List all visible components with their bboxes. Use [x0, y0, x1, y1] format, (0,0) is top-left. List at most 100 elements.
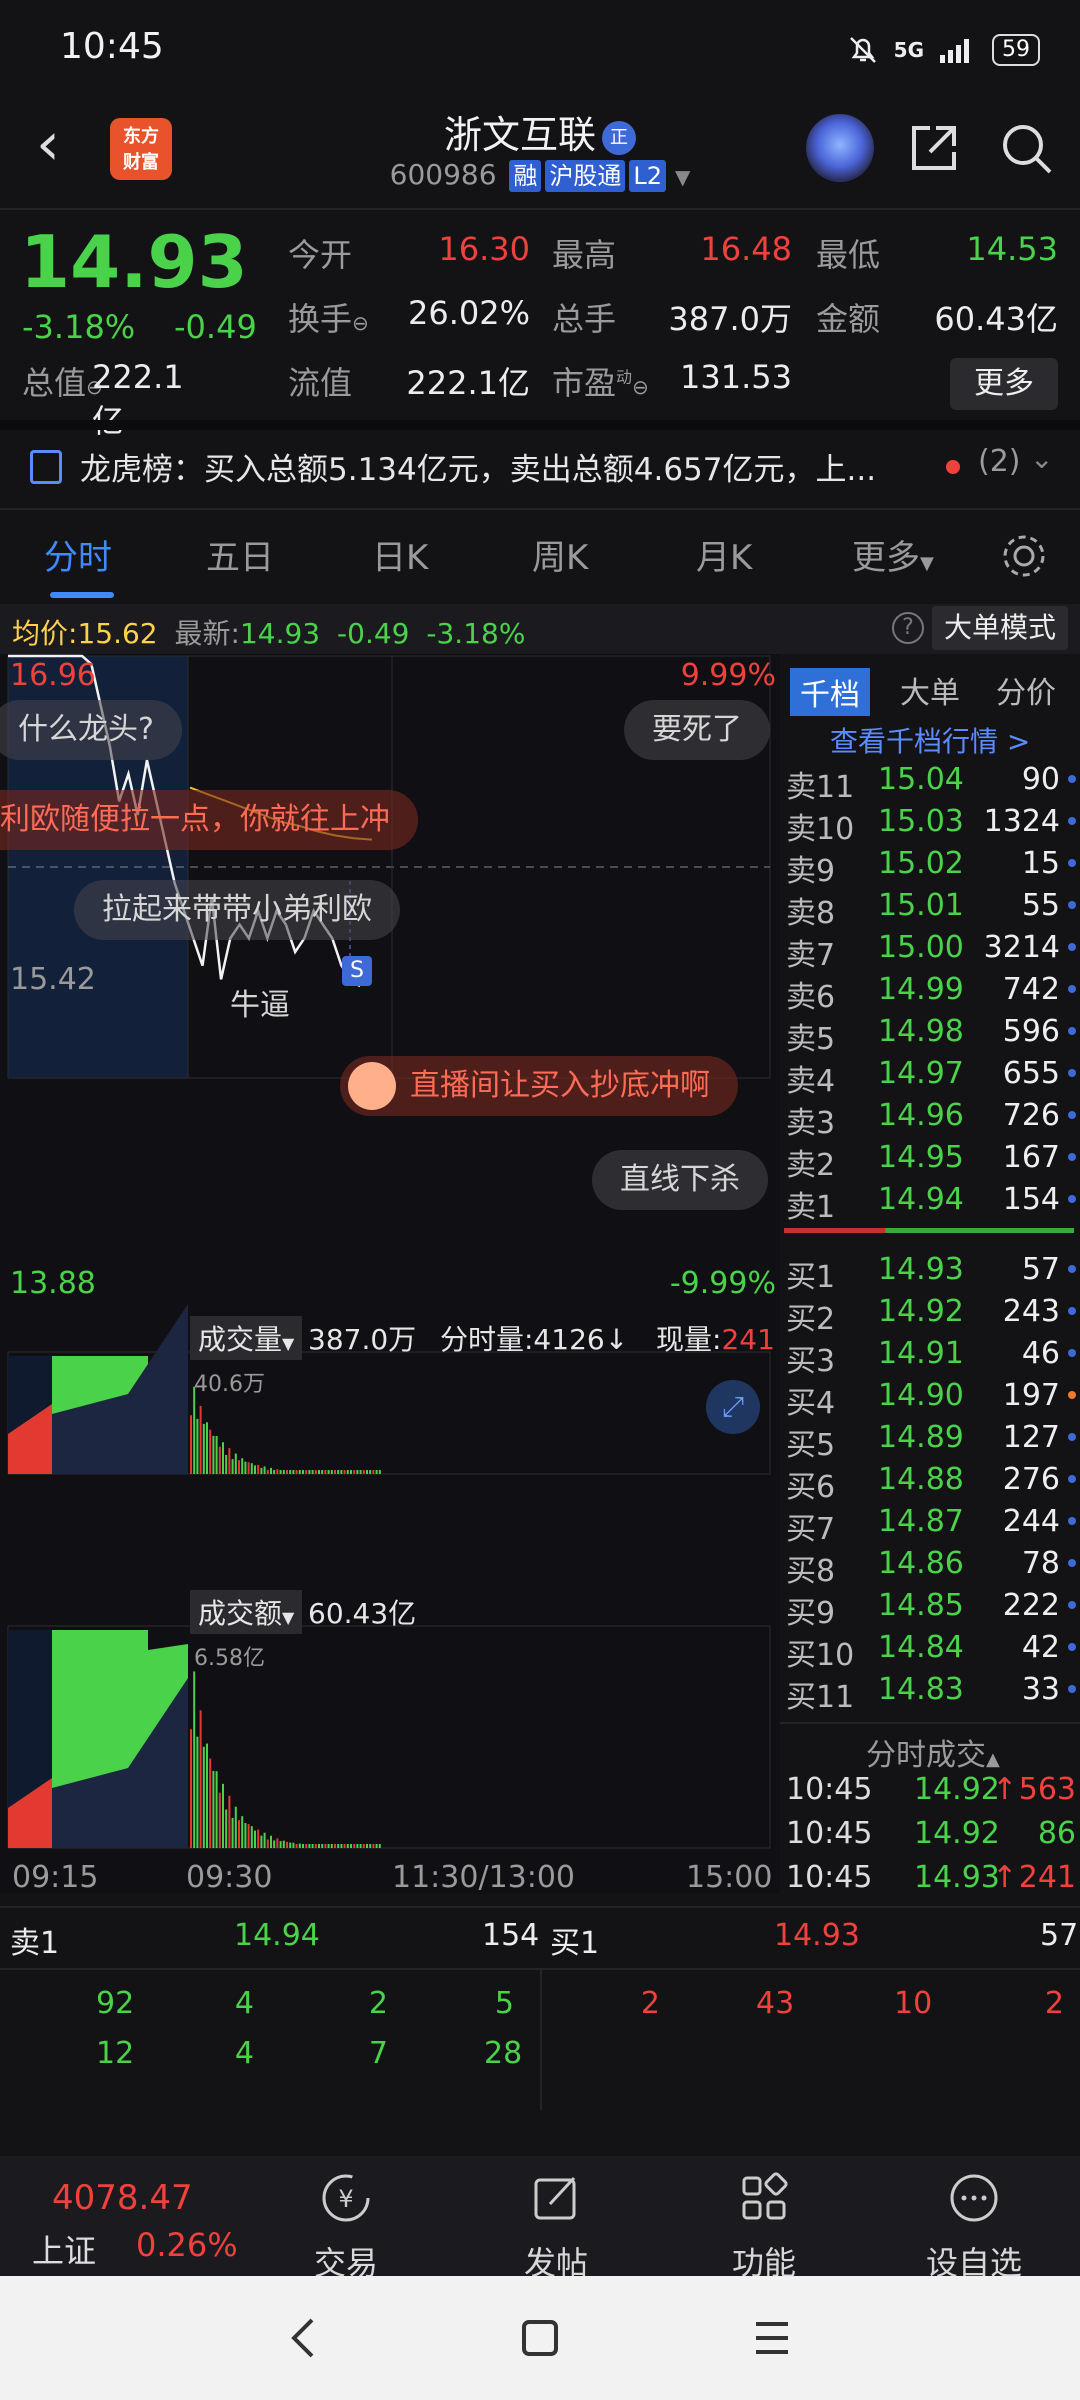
amount-bar: [225, 1809, 228, 1848]
bid-price: 14.87: [878, 1504, 964, 1539]
ask-row[interactable]: 卖9 15.02 15: [786, 842, 1076, 889]
tab-daily-k[interactable]: 日K: [372, 530, 428, 579]
volume-bar: [372, 1470, 375, 1474]
amount-indicator-select[interactable]: 成交额▼: [190, 1590, 303, 1634]
gear-icon[interactable]: [998, 530, 1050, 582]
bid-row[interactable]: 买4 14.90 197: [786, 1374, 1076, 1421]
bid-row[interactable]: 买7 14.87 244: [786, 1500, 1076, 1547]
bid-row[interactable]: 买11 14.83 33: [786, 1668, 1076, 1715]
volume-bar: [302, 1470, 304, 1474]
high-value: 16.48: [700, 230, 792, 268]
add-watchlist-button[interactable]: 设自选: [894, 2170, 1054, 2284]
queue-sell-order: 12: [96, 2036, 135, 2071]
share-icon[interactable]: [904, 118, 964, 178]
amount-bar: [228, 1795, 231, 1848]
chevron-down-icon[interactable]: ⌄: [1030, 442, 1053, 475]
volume-bar: [350, 1470, 352, 1474]
amount-bar: [282, 1840, 285, 1848]
big-order-mode-button[interactable]: 大单模式: [932, 606, 1068, 650]
bid-price: 14.92: [878, 1294, 964, 1329]
ticks-title[interactable]: 分时成交▲: [866, 1730, 1000, 1774]
bid-level: 买11: [786, 1680, 855, 1715]
dragon-tiger-notice[interactable]: 龙虎榜：买入总额5.134亿元，卖出总额4.657亿元，上... (2) ⌄: [0, 428, 1080, 508]
ai-robot-icon[interactable]: [806, 114, 874, 182]
index-name[interactable]: 上证: [32, 2226, 96, 2272]
volume-bar: [222, 1442, 224, 1474]
divider: [540, 1970, 542, 2110]
help-icon[interactable]: ?: [892, 612, 924, 644]
sell-marker[interactable]: S: [342, 956, 372, 986]
divider: [0, 1906, 1080, 1908]
ask-row[interactable]: 卖5 14.98 596: [786, 1010, 1076, 1057]
ask-row[interactable]: 卖3 14.96 726: [786, 1094, 1076, 1141]
dot-icon: [1068, 985, 1076, 993]
comment-bullet: 直线下杀: [592, 1150, 768, 1210]
queue-buy-label: 买1: [550, 1926, 600, 1961]
dot-icon: [1068, 1265, 1076, 1273]
nav-home-icon[interactable]: [520, 2318, 560, 2358]
ask-price: 14.99: [878, 972, 964, 1007]
tab-five-day[interactable]: 五日: [206, 530, 274, 579]
volume-bar: [308, 1470, 311, 1474]
chart-tabs: 分时 五日 日K 周K 月K 更多▼: [0, 512, 1080, 604]
bid-price: 14.83: [878, 1672, 964, 1707]
search-icon[interactable]: [996, 118, 1056, 178]
volume-bar: [311, 1470, 314, 1474]
view-levels-link[interactable]: 查看千档行情 >: [830, 720, 1030, 760]
bid-row[interactable]: 买5 14.89 127: [786, 1416, 1076, 1463]
ask-row[interactable]: 卖8 15.01 55: [786, 884, 1076, 931]
post-button[interactable]: 发帖: [476, 2170, 636, 2284]
index-pct[interactable]: 0.26%: [136, 2226, 238, 2264]
tab-price-distribution[interactable]: 分价: [996, 668, 1056, 712]
bid-row[interactable]: 买1 14.93 57: [786, 1248, 1076, 1295]
tab-intraday[interactable]: 分时: [44, 530, 112, 579]
ask-row[interactable]: 卖11 15.04 90: [786, 758, 1076, 805]
nav-back-icon[interactable]: [284, 2316, 324, 2360]
amount-bar: [298, 1843, 301, 1848]
index-value[interactable]: 4078.47: [52, 2178, 193, 2218]
tick-time: 10:45: [786, 1816, 873, 1851]
trade-button[interactable]: ¥ 交易: [266, 2170, 426, 2284]
tab-thousand-levels[interactable]: 千档: [790, 668, 870, 716]
queue-buy-order: 2: [640, 1986, 660, 2021]
amount-bar: [321, 1844, 324, 1848]
expand-icon[interactable]: ⤢: [706, 1380, 760, 1434]
ask-row[interactable]: 卖4 14.97 655: [786, 1052, 1076, 1099]
ask-price: 14.96: [878, 1098, 964, 1133]
more-button[interactable]: 更多: [950, 358, 1058, 410]
tab-monthly-k[interactable]: 月K: [696, 530, 752, 579]
open-label: 今开: [288, 236, 353, 274]
bid-row[interactable]: 买3 14.91 46: [786, 1332, 1076, 1379]
tab-more[interactable]: 更多▼: [852, 530, 934, 579]
ask-row[interactable]: 卖10 15.03 1324: [786, 800, 1076, 847]
bid-row[interactable]: 买9 14.85 222: [786, 1584, 1076, 1631]
ask-row[interactable]: 卖7 15.00 3214: [786, 926, 1076, 973]
pe-value: 131.53: [680, 358, 792, 396]
tab-big-orders[interactable]: 大单: [900, 668, 960, 712]
volume-indicator-select[interactable]: 成交量▼: [190, 1316, 303, 1360]
dot-icon: [1068, 1027, 1076, 1035]
bid-row[interactable]: 买8 14.86 78: [786, 1542, 1076, 1589]
ask-row[interactable]: 卖2 14.95 167: [786, 1136, 1076, 1183]
ask-price: 14.94: [878, 1182, 964, 1217]
function-button[interactable]: 功能: [684, 2170, 844, 2284]
dot-icon: [1068, 1601, 1076, 1609]
amount-bar: [346, 1844, 349, 1848]
bid-row[interactable]: 买10 14.84 42: [786, 1626, 1076, 1673]
intraday-chart[interactable]: 16.96 9.99% 15.42 13.88 -9.99% 什么龙头? 要死了…: [0, 654, 780, 1895]
amount-bar: [372, 1844, 375, 1848]
ask-row[interactable]: 卖6 14.99 742: [786, 968, 1076, 1015]
tab-weekly-k[interactable]: 周K: [532, 530, 588, 579]
volume-bar: [206, 1422, 208, 1474]
status-time: 10:45: [60, 26, 164, 67]
amount-bar: [311, 1844, 314, 1848]
bid-row[interactable]: 买6 14.88 276: [786, 1458, 1076, 1505]
amount-bar: [327, 1844, 330, 1848]
ask-row[interactable]: 卖1 14.94 154: [786, 1178, 1076, 1225]
nav-menu-icon[interactable]: [752, 2318, 792, 2358]
amount-bar: [318, 1844, 320, 1848]
quote-panel: 14.93 -3.18% -0.49 总值⊖ 222.1亿 今开 16.30 换…: [0, 210, 1080, 440]
bid-row[interactable]: 买2 14.92 243: [786, 1290, 1076, 1337]
volume-bar: [196, 1418, 199, 1474]
change-percent: -3.18%: [22, 308, 136, 346]
